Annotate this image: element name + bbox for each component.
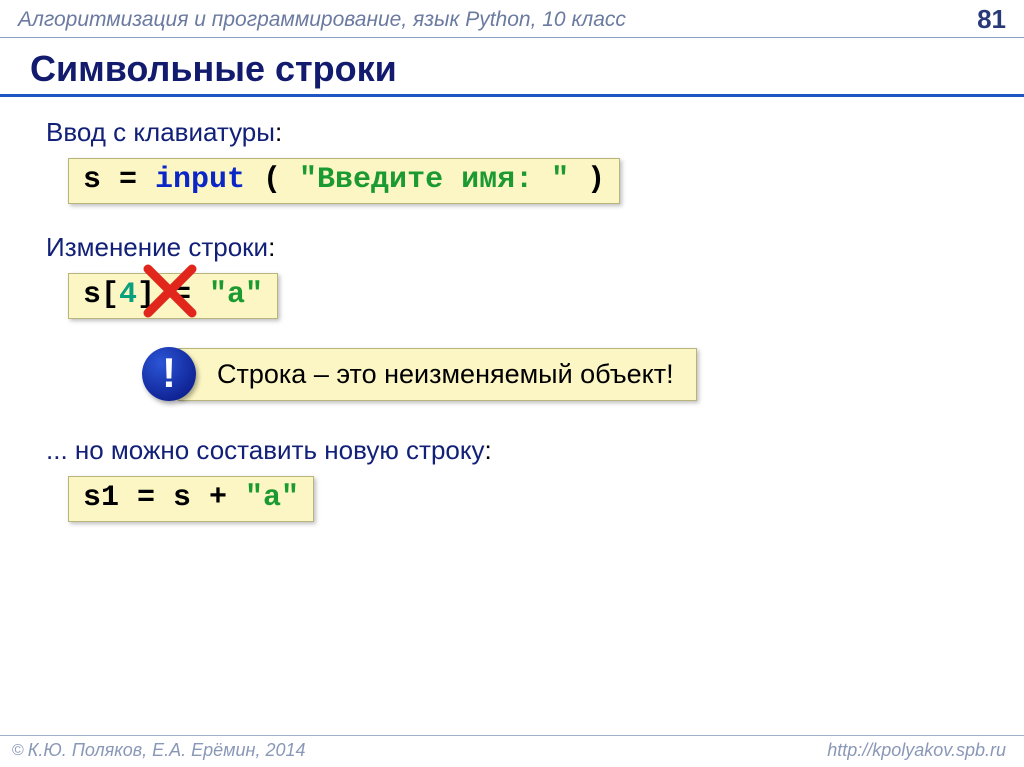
slide-content: Ввод с клавиатуры: s = input ( "Введите … <box>0 97 1024 522</box>
label-colon: : <box>275 117 282 147</box>
code-text: ] = <box>137 278 209 312</box>
code-string: "Введите имя: " <box>299 163 569 197</box>
section-mutate-label: Изменение строки: <box>46 232 978 263</box>
label-colon: : <box>268 232 275 262</box>
code-keyword-input: input <box>155 163 245 197</box>
code-text: ( <box>245 163 299 197</box>
code-text: s[ <box>83 278 119 312</box>
code-string: "a" <box>209 278 263 312</box>
section-newstring: ... но можно составить новую строку: s1 … <box>46 435 978 522</box>
code-mutate-wrap: s[4] = "a" <box>46 273 278 319</box>
course-title: Алгоритмизация и программирование, язык … <box>18 8 626 32</box>
footer-url: http://kpolyakov.spb.ru <box>827 740 1006 761</box>
code-mutate: s[4] = "a" <box>68 273 278 319</box>
section-input: Ввод с клавиатуры: s = input ( "Введите … <box>46 117 978 204</box>
page-number: 81 <box>977 4 1006 35</box>
copyright-icon: © <box>12 742 24 760</box>
label-colon: : <box>485 435 492 465</box>
code-input: s = input ( "Введите имя: " ) <box>68 158 620 204</box>
section-newstring-label: ... но можно составить новую строку: <box>46 435 978 466</box>
slide-header: Алгоритмизация и программирование, язык … <box>0 0 1024 38</box>
code-text: ) <box>569 163 605 197</box>
section-mutate: Изменение строки: s[4] = "a" <box>46 232 978 319</box>
label-text: Ввод с клавиатуры <box>46 117 275 147</box>
label-text: Изменение строки <box>46 232 268 262</box>
code-newstring: s1 = s + "a" <box>68 476 314 522</box>
title-row: Символьные строки <box>0 40 1024 97</box>
section-input-label: Ввод с клавиатуры: <box>46 117 978 148</box>
exclamation-icon: ! <box>142 347 196 401</box>
slide-title: Символьные строки <box>30 48 994 94</box>
code-string: "a" <box>245 481 299 515</box>
footer-authors: К.Ю. Поляков, Е.А. Ерёмин, 2014 <box>28 740 306 761</box>
slide-footer: © К.Ю. Поляков, Е.А. Ерёмин, 2014 http:/… <box>0 735 1024 767</box>
code-text: s = <box>83 163 155 197</box>
footer-left: © К.Ю. Поляков, Е.А. Ерёмин, 2014 <box>12 740 306 761</box>
label-text: ... но можно составить новую строку <box>46 435 485 465</box>
code-index: 4 <box>119 278 137 312</box>
note-text: Строка – это неизменяемый объект! <box>217 359 674 389</box>
code-text: s1 = s + <box>83 481 245 515</box>
note-box: Строка – это неизменяемый объект! <box>178 348 697 401</box>
note-row: ! Строка – это неизменяемый объект! <box>142 347 978 401</box>
slide: Алгоритмизация и программирование, язык … <box>0 0 1024 767</box>
